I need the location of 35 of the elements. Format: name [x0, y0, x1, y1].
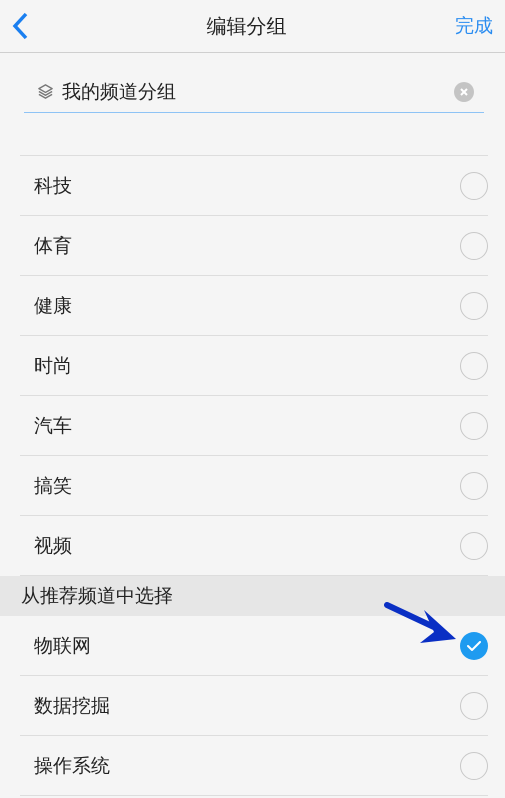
radio-button[interactable]: [460, 352, 488, 380]
channel-label: 操作系统: [34, 754, 110, 778]
channel-row[interactable]: 汽车: [20, 396, 488, 456]
channel-label: 汽车: [34, 414, 72, 438]
radio-button[interactable]: [460, 292, 488, 320]
layers-icon: [37, 83, 54, 100]
radio-button[interactable]: [460, 692, 488, 720]
channel-label: 时尚: [34, 354, 72, 378]
channel-row[interactable]: 操作系统: [20, 736, 488, 796]
close-icon: [459, 86, 469, 96]
channel-label: 数据挖掘: [34, 694, 110, 718]
radio-button[interactable]: [460, 232, 488, 260]
channel-row[interactable]: 时尚: [20, 336, 488, 396]
radio-button[interactable]: [460, 412, 488, 440]
channel-label: 科技: [34, 174, 72, 198]
channel-row[interactable]: 数据挖掘: [20, 676, 488, 736]
channel-label: 搞笑: [34, 474, 72, 498]
channel-row[interactable]: 体育: [20, 216, 488, 276]
channel-row[interactable]: 健康: [20, 276, 488, 336]
radio-button[interactable]: [460, 472, 488, 500]
channel-label: 视频: [34, 534, 72, 558]
checkmark-icon: [467, 640, 481, 650]
channel-row[interactable]: 搞笑: [20, 456, 488, 516]
clear-button[interactable]: [454, 82, 474, 102]
radio-button[interactable]: [460, 172, 488, 200]
channel-row[interactable]: 科技: [20, 156, 488, 216]
channel-label: 物联网: [34, 634, 91, 658]
checked-radio[interactable]: [460, 632, 488, 660]
section-title: 从推荐频道中选择: [21, 584, 173, 609]
group-name-field[interactable]: 我的频道分组: [62, 80, 446, 102]
radio-button[interactable]: [460, 532, 488, 560]
page-title: 编辑分组: [206, 12, 286, 40]
radio-button[interactable]: [460, 752, 488, 780]
channel-label: 体育: [34, 234, 72, 258]
channel-label: 健康: [34, 294, 72, 318]
